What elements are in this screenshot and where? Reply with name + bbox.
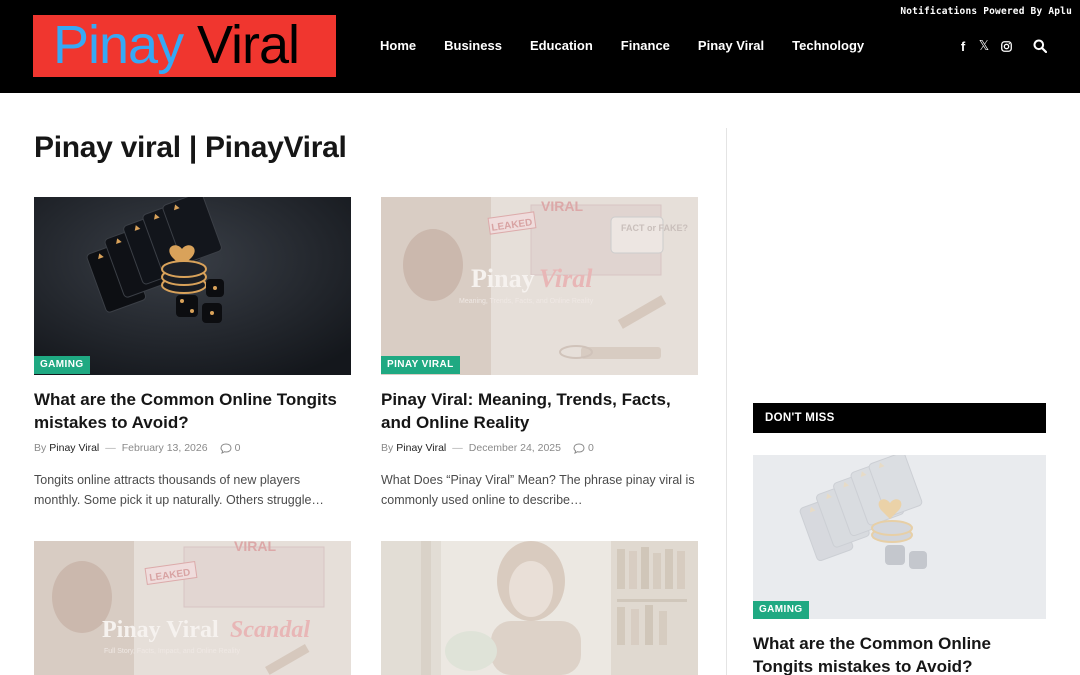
nav-pinay-viral[interactable]: Pinay Viral: [698, 38, 764, 53]
post-3-image-brand1: Pinay Viral: [102, 617, 219, 643]
post-1-comment-count: 0: [234, 442, 241, 454]
page-title: Pinay viral | PinayViral: [34, 131, 347, 164]
post-1-title[interactable]: What are the Common Online Tongits mista…: [34, 388, 349, 434]
sidebar-post-title[interactable]: What are the Common Online Tongits mista…: [753, 632, 1046, 675]
post-2-date: December 24, 2025: [468, 442, 561, 454]
post-2-meta: By Pinay Viral — December 24, 2025 0: [381, 442, 594, 454]
post-1-category-badge[interactable]: GAMING: [34, 356, 90, 374]
comment-icon: [573, 442, 585, 454]
logo-word-viral: Viral: [197, 15, 300, 75]
post-1-author[interactable]: Pinay Viral: [49, 442, 99, 454]
post-3-image-subtitle: Full Story, Facts, Impact, and Online Re…: [104, 648, 241, 655]
logo-word-pinay: Pinay: [53, 15, 184, 75]
nav-technology[interactable]: Technology: [792, 38, 864, 53]
post-2-title[interactable]: Pinay Viral: Meaning, Trends, Facts, and…: [381, 388, 696, 434]
nav-business[interactable]: Business: [444, 38, 502, 53]
sidebar-category-badge[interactable]: GAMING: [753, 601, 809, 619]
facebook-icon[interactable]: f: [958, 38, 968, 54]
comment-icon: [220, 442, 232, 454]
post-2-image-viral: VIRAL: [541, 198, 583, 214]
post-4-image[interactable]: [381, 541, 698, 675]
post-2-image-brand2: Viral: [539, 264, 593, 293]
instagram-icon[interactable]: [1000, 38, 1012, 54]
post-1-comments[interactable]: 0: [220, 442, 241, 454]
post-2-comment-count: 0: [588, 442, 594, 454]
dont-miss-heading: DON'T MISS: [753, 403, 1046, 433]
post-2-comments[interactable]: 0: [573, 442, 594, 454]
search-icon[interactable]: [1033, 39, 1048, 58]
site-header: Pinay Viral Notifications Powered By Apl…: [0, 0, 1080, 93]
site-logo[interactable]: Pinay Viral: [33, 15, 336, 77]
post-2-category-badge[interactable]: PINAY VIRAL: [381, 356, 460, 374]
post-2-image[interactable]: LEAKED VIRAL FACT or FAKE? Pinay Viral M…: [381, 197, 698, 375]
sidebar-divider: [726, 128, 727, 675]
post-3-image[interactable]: VIRAL LEAKED Pinay Viral Scandal Full St…: [34, 541, 351, 675]
social-links: f 𝕏: [958, 38, 1022, 54]
post-3-image-viral: VIRAL: [234, 541, 276, 554]
x-icon[interactable]: 𝕏: [978, 38, 990, 54]
post-1-date: February 13, 2026: [121, 442, 208, 454]
post-2-image-brand1: Pinay: [471, 264, 535, 293]
main-nav: Home Business Education Finance Pinay Vi…: [380, 38, 864, 53]
meta-separator: —: [452, 442, 463, 454]
post-3-image-brand2: Scandal: [230, 617, 310, 643]
post-1-meta: By Pinay Viral — February 13, 2026 0: [34, 442, 240, 454]
nav-home[interactable]: Home: [380, 38, 416, 53]
meta-separator: —: [105, 442, 116, 454]
notifications-credit[interactable]: Notifications Powered By Aplu: [900, 6, 1072, 17]
post-2-by: By: [381, 442, 394, 454]
post-1-image[interactable]: [34, 197, 351, 375]
post-2-excerpt: What Does “Pinay Viral” Mean? The phrase…: [381, 473, 695, 507]
post-2-image-subtitle: Meaning, Trends, Facts, and Online Reali…: [459, 298, 594, 305]
post-1-by: By: [34, 442, 47, 454]
post-2-author[interactable]: Pinay Viral: [396, 442, 446, 454]
post-1-excerpt: Tongits online attracts thousands of new…: [34, 473, 324, 507]
sidebar-post-image[interactable]: [753, 455, 1046, 619]
nav-finance[interactable]: Finance: [621, 38, 670, 53]
nav-education[interactable]: Education: [530, 38, 593, 53]
post-2-image-fact: FACT or FAKE?: [621, 223, 688, 233]
